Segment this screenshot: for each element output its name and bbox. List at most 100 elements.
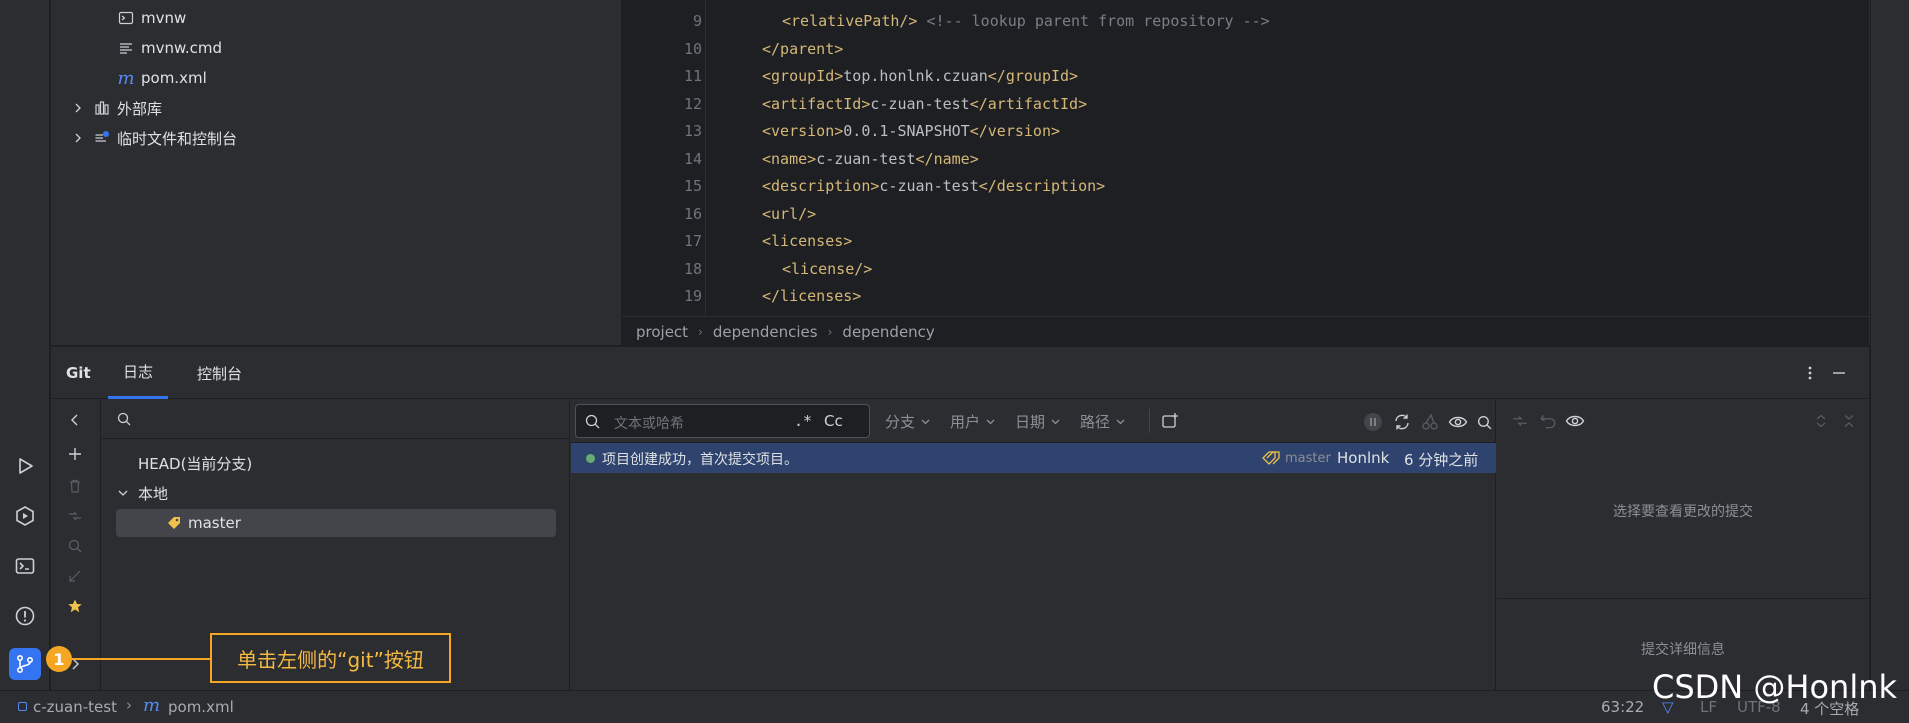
tree-item-label: 临时文件和控制台 bbox=[117, 129, 238, 148]
status-caret-position[interactable]: 63:22 bbox=[1601, 698, 1644, 716]
chevron-right-icon[interactable] bbox=[71, 131, 85, 145]
xml-comment: <!-- lookup parent from repository --> bbox=[926, 12, 1270, 30]
code-editor[interactable]: 9 10 11 12 13 14 15 16 17 18 19 <relativePath/> <!… bbox=[622, 0, 1869, 316]
compare-icon[interactable] bbox=[1509, 410, 1531, 432]
tree-item-mvnw-cmd[interactable]: mvnw.cmd bbox=[117, 34, 222, 62]
project-icon bbox=[18, 702, 27, 711]
tree-item-label: 外部库 bbox=[117, 99, 163, 118]
search-icon[interactable] bbox=[1473, 411, 1495, 433]
line-number: 16 bbox=[683, 204, 702, 223]
filter-branch[interactable]: 分支 bbox=[885, 411, 931, 432]
code-line[interactable]: <version>0.0.1-SNAPSHOT</version> bbox=[762, 118, 1060, 145]
xml-open-tag: <artifactId> bbox=[762, 94, 871, 113]
minimize-icon[interactable] bbox=[1831, 347, 1847, 399]
xml-close-tag: </artifactId> bbox=[969, 94, 1088, 113]
filter-date[interactable]: 日期 bbox=[1015, 411, 1061, 432]
tag-icon bbox=[166, 515, 182, 531]
terminal-file-icon bbox=[117, 9, 135, 27]
breadcrumb-item-dependencies[interactable]: dependencies bbox=[713, 323, 818, 341]
branch-group-label: 本地 bbox=[138, 484, 169, 503]
xml-open-tag: <description> bbox=[762, 177, 880, 195]
regex-toggle[interactable]: .* bbox=[794, 412, 812, 430]
chevron-right-icon[interactable] bbox=[71, 101, 85, 115]
filter-label: 路径 bbox=[1080, 413, 1111, 431]
git-tool-button[interactable] bbox=[9, 648, 41, 680]
filter-path[interactable]: 路径 bbox=[1080, 411, 1126, 432]
code-line[interactable]: <description>c-zuan-test</description> bbox=[762, 173, 1105, 200]
compare-icon[interactable] bbox=[64, 505, 86, 527]
code-line[interactable]: </parent> bbox=[762, 36, 843, 63]
branches-search-bar[interactable] bbox=[102, 399, 570, 439]
terminal-tool-button[interactable] bbox=[9, 550, 41, 582]
tab-console[interactable]: 控制台 bbox=[182, 347, 257, 399]
branch-head[interactable]: HEAD(当前分支) bbox=[138, 449, 252, 477]
commit-row[interactable]: 项目创建成功，首次提交项目。 master Honlnk 6 分钟之前 bbox=[571, 443, 1496, 473]
star-icon[interactable] bbox=[64, 595, 86, 617]
tree-item-mvnw[interactable]: mvnw bbox=[117, 4, 186, 32]
xml-open-tag: <license/> bbox=[782, 259, 873, 278]
services-tool-button[interactable] bbox=[9, 500, 41, 532]
maven-icon: m bbox=[143, 695, 161, 716]
tree-item-external-libraries[interactable]: 外部库 bbox=[71, 94, 162, 122]
cherry-pick-icon[interactable] bbox=[1419, 411, 1441, 433]
collapse-left-icon[interactable] bbox=[64, 409, 86, 431]
xml-open-tag: <url/> bbox=[762, 204, 817, 223]
filter-user[interactable]: 用户 bbox=[950, 411, 996, 432]
xml-text: c-zuan-test bbox=[870, 94, 970, 113]
expand-icon[interactable] bbox=[64, 565, 86, 587]
search-placeholder: 文本或哈希 bbox=[614, 416, 684, 432]
line-number: 15 bbox=[683, 177, 702, 195]
problems-tool-button[interactable] bbox=[9, 600, 41, 632]
more-options-icon[interactable] bbox=[1802, 347, 1818, 399]
status-file[interactable]: pom.xml bbox=[168, 698, 234, 716]
search-icon[interactable] bbox=[64, 535, 86, 557]
code-line[interactable]: <url/> bbox=[762, 201, 816, 228]
delete-icon[interactable] bbox=[64, 475, 86, 497]
filter-label: 分支 bbox=[885, 413, 916, 431]
status-project[interactable]: c-zuan-test bbox=[33, 698, 117, 716]
code-line[interactable]: </licenses> bbox=[762, 283, 861, 310]
eye-icon[interactable] bbox=[1564, 410, 1586, 432]
new-tab-icon[interactable] bbox=[1159, 410, 1181, 432]
add-branch-icon[interactable] bbox=[64, 443, 86, 465]
code-line[interactable]: <relativePath/> <!-- lookup parent from … bbox=[782, 8, 1270, 35]
xml-open-tag: <relativePath/> bbox=[782, 12, 918, 30]
revert-icon[interactable] bbox=[1537, 410, 1559, 432]
match-case-toggle[interactable]: Cc bbox=[824, 412, 843, 430]
refresh-icon[interactable] bbox=[1391, 411, 1413, 433]
tree-item-pom-xml[interactable]: m pom.xml bbox=[117, 64, 206, 92]
breadcrumb-item-project[interactable]: project bbox=[636, 323, 688, 341]
select-commit-hint: 选择要查看更改的提交 bbox=[1613, 504, 1753, 520]
eye-icon[interactable] bbox=[1447, 411, 1469, 433]
commit-author: Honlnk bbox=[1337, 449, 1390, 467]
code-line[interactable]: <groupId>top.honlnk.czuan</groupId> bbox=[762, 63, 1078, 90]
gutter-separator bbox=[705, 0, 706, 316]
xml-open-tag: <name> bbox=[762, 149, 817, 168]
line-number: 12 bbox=[683, 94, 702, 113]
log-search-input[interactable]: 文本或哈希 .* Cc bbox=[575, 404, 870, 438]
code-line[interactable]: <license/> bbox=[782, 256, 872, 283]
branch-group-local[interactable]: 本地 bbox=[116, 479, 168, 507]
xml-open-tag: <groupId> bbox=[762, 67, 844, 85]
chevron-down-icon[interactable] bbox=[116, 486, 130, 500]
xml-close-tag: </groupId> bbox=[987, 67, 1079, 85]
chevron-right-icon: › bbox=[827, 324, 833, 339]
tree-item-scratches[interactable]: 临时文件和控制台 bbox=[71, 124, 237, 152]
code-line[interactable]: <artifactId>c-zuan-test</artifactId> bbox=[762, 91, 1087, 118]
code-line[interactable]: <name>c-zuan-test</name> bbox=[762, 146, 979, 173]
details-toolbar bbox=[1497, 399, 1869, 443]
breadcrumb: project › dependencies › dependency bbox=[622, 316, 1869, 346]
code-line[interactable]: <licenses> bbox=[762, 228, 852, 255]
xml-close-tag: </name> bbox=[915, 149, 979, 168]
run-tool-button[interactable] bbox=[9, 450, 41, 482]
line-number-gutter: 9 10 11 12 13 14 15 16 17 18 19 bbox=[622, 0, 706, 316]
branch-master[interactable]: master bbox=[116, 509, 556, 537]
pause-icon[interactable] bbox=[1362, 411, 1384, 433]
collapse-all-icon[interactable] bbox=[1838, 410, 1860, 432]
breadcrumb-item-dependency[interactable]: dependency bbox=[842, 323, 934, 341]
expand-all-icon[interactable] bbox=[1810, 410, 1832, 432]
problems-icon bbox=[15, 606, 35, 626]
line-number: 19 bbox=[683, 287, 702, 305]
tab-log[interactable]: 日志 bbox=[108, 347, 169, 399]
tree-item-label: mvnw.cmd bbox=[141, 39, 223, 57]
